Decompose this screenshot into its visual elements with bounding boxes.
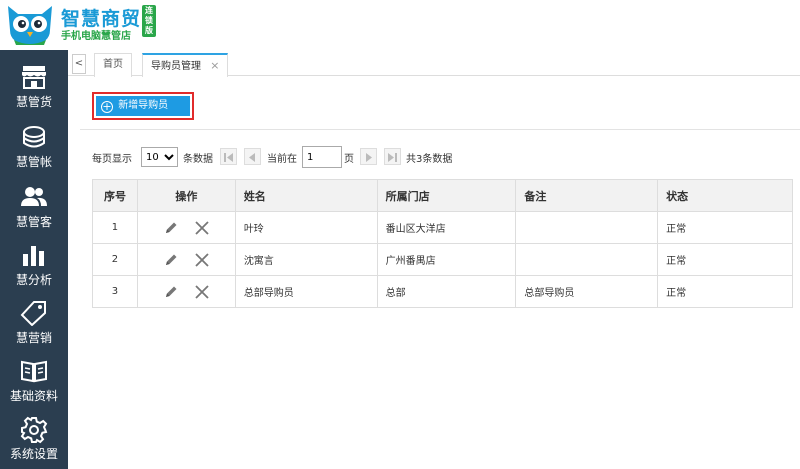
owl-logo-icon — [8, 6, 52, 45]
store-icon — [22, 66, 46, 89]
tab-label: 首页 — [103, 59, 123, 70]
table-header-row: 序号 操作 姓名 所属门店 备注 状态 — [92, 179, 793, 212]
prev-page-button[interactable] — [244, 148, 261, 165]
table-row: 1 叶玲 番山区大洋店 正常 — [92, 211, 793, 244]
total-count: 共3条数据 — [406, 154, 453, 165]
per-page-unit: 条数据 — [183, 154, 213, 165]
sidebar-item-customers[interactable]: 慧管客 — [0, 178, 68, 236]
row-actions — [136, 275, 236, 308]
row-actions — [136, 211, 236, 244]
tab-scroll-left-button[interactable]: < — [72, 54, 86, 74]
sidebar-item-basic-data[interactable]: 基础资料 — [0, 352, 68, 410]
sidebar: 慧管货 慧管帐 慧管客 慧分析 慧营销 基础资料 系统设置 — [0, 50, 68, 469]
add-button-highlight: + 新增导购员 — [92, 92, 194, 120]
close-icon[interactable]: × — [210, 59, 219, 72]
sidebar-item-settings[interactable]: 系统设置 — [0, 410, 68, 468]
tag-icon — [20, 301, 46, 326]
coins-icon — [23, 126, 45, 148]
tab-home[interactable]: 首页 — [94, 53, 132, 77]
row-status: 正常 — [657, 243, 793, 276]
first-page-button[interactable] — [220, 148, 237, 165]
prev-page-icon — [249, 153, 255, 162]
tab-guide-management[interactable]: 导购员管理 × — [142, 53, 229, 77]
delete-x-icon[interactable] — [194, 284, 210, 300]
sidebar-item-analysis[interactable]: 慧分析 — [0, 236, 68, 294]
row-store: 番山区大洋店 — [376, 211, 517, 244]
row-no: 3 — [92, 275, 138, 308]
header: 智慧商贸 连锁版 手机电脑慧管店 — [0, 0, 800, 50]
row-status: 正常 — [657, 211, 793, 244]
per-page-select[interactable]: 10 — [141, 147, 178, 167]
last-page-icon — [388, 153, 397, 162]
book-icon — [21, 360, 47, 383]
brand-badge: 连锁版 — [142, 5, 156, 37]
bar-chart-icon — [23, 246, 44, 266]
column-header-name: 姓名 — [234, 179, 378, 212]
page-unit: 页 — [344, 154, 354, 165]
guide-table: 序号 操作 姓名 所属门店 备注 状态 1 叶玲 番山区大洋店 正常 2 沈寓言… — [92, 179, 793, 308]
next-page-icon — [366, 153, 372, 162]
add-guide-button[interactable]: + 新增导购员 — [96, 96, 190, 116]
sidebar-item-goods[interactable]: 慧管货 — [0, 58, 68, 116]
sidebar-item-marketing[interactable]: 慧营销 — [0, 294, 68, 352]
delete-x-icon[interactable] — [194, 252, 210, 268]
users-icon — [21, 187, 47, 206]
row-no: 1 — [92, 211, 138, 244]
column-header-remark: 备注 — [515, 179, 659, 212]
first-page-icon — [224, 153, 233, 162]
row-actions — [136, 243, 236, 276]
column-header-no: 序号 — [92, 179, 138, 212]
current-page-input[interactable] — [302, 146, 342, 168]
row-name: 总部导购员 — [234, 275, 378, 308]
sidebar-item-label: 慧营销 — [15, 331, 52, 345]
row-store: 广州番禺店 — [376, 243, 517, 276]
delete-x-icon[interactable] — [194, 220, 210, 236]
add-guide-label: 新增导购员 — [118, 100, 169, 111]
sidebar-item-label: 基础资料 — [9, 389, 58, 403]
next-page-button[interactable] — [360, 148, 377, 165]
sidebar-item-label: 慧管帐 — [15, 155, 52, 169]
table-row: 3 总部导购员 总部 总部导购员 正常 — [92, 275, 793, 308]
edit-pencil-icon[interactable] — [163, 220, 179, 236]
per-page-label: 每页显示 — [92, 154, 132, 165]
row-no: 2 — [92, 243, 138, 276]
table-row: 2 沈寓言 广州番禺店 正常 — [92, 243, 793, 276]
row-remark — [515, 211, 659, 244]
last-page-button[interactable] — [384, 148, 401, 165]
sidebar-item-label: 慧管货 — [15, 95, 52, 109]
pagination-bar: 每页显示 10 条数据 当前在 页 共3条数据 — [92, 146, 792, 168]
column-header-actions: 操作 — [136, 179, 236, 212]
gear-icon — [20, 416, 48, 444]
column-header-store: 所属门店 — [376, 179, 517, 212]
sidebar-item-label: 慧管客 — [15, 215, 52, 229]
row-remark — [515, 243, 659, 276]
sidebar-item-accounts[interactable]: 慧管帐 — [0, 118, 68, 176]
edit-pencil-icon[interactable] — [163, 252, 179, 268]
column-header-status: 状态 — [657, 179, 793, 212]
edit-pencil-icon[interactable] — [163, 284, 179, 300]
row-remark: 总部导购员 — [515, 275, 659, 308]
row-name: 叶玲 — [234, 211, 378, 244]
row-status: 正常 — [657, 275, 793, 308]
current-page-label: 当前在 — [267, 154, 297, 165]
row-store: 总部 — [376, 275, 517, 308]
sidebar-item-label: 系统设置 — [9, 447, 58, 461]
row-name: 沈寓言 — [234, 243, 378, 276]
sidebar-item-label: 慧分析 — [15, 273, 52, 287]
tab-label: 导购员管理 — [151, 61, 201, 72]
toolbar: + 新增导购员 — [80, 88, 800, 130]
tab-bar: < 首页 导购员管理 × — [68, 50, 800, 77]
brand-subtitle: 手机电脑慧管店 — [61, 31, 131, 42]
plus-circle-icon: + — [101, 100, 113, 113]
